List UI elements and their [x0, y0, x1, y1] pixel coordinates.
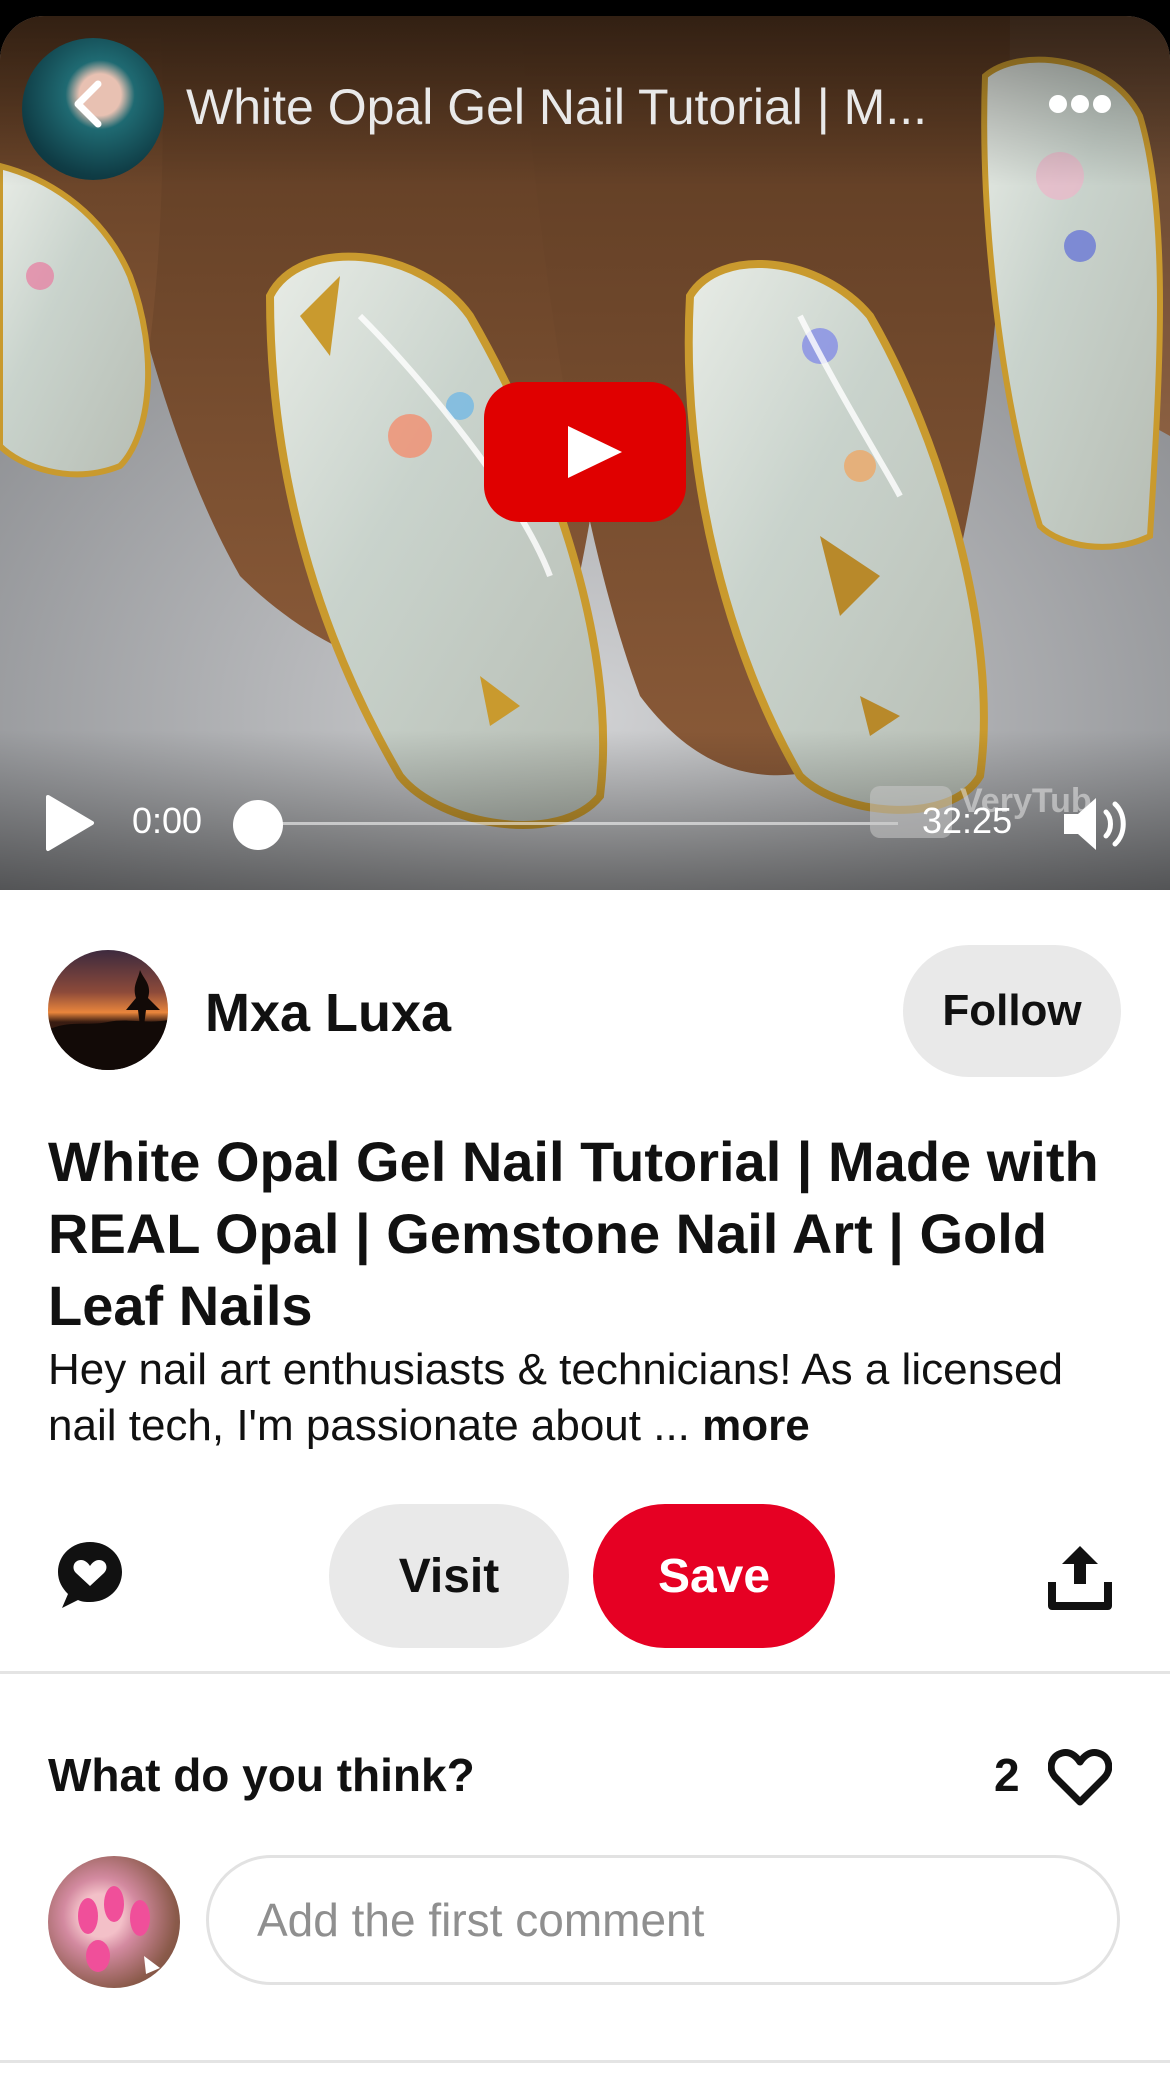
pink-nails-avatar-image [78, 1886, 160, 1974]
pin-description-text: Hey nail art enthusiasts & technicians! … [48, 1345, 1063, 1450]
follow-button[interactable]: Follow [903, 945, 1121, 1077]
volume-icon[interactable] [1060, 792, 1130, 856]
status-strip [0, 0, 1170, 16]
creator-avatar[interactable] [48, 950, 168, 1070]
current-time: 0:00 [132, 800, 203, 841]
progress-bar[interactable] [258, 822, 898, 825]
video-player[interactable]: White Opal Gel Nail Tutorial | M... 0:00… [0, 0, 1170, 890]
pin-title: White Opal Gel Nail Tutorial | Made with… [48, 1130, 1099, 1337]
play-icon[interactable] [44, 793, 96, 853]
pin-description: Hey nail art enthusiasts & technicians! … [48, 1342, 1138, 1454]
more-dots-icon[interactable] [1048, 92, 1112, 116]
comment-input[interactable] [206, 1855, 1120, 1985]
bottom-divider [0, 2060, 1170, 2063]
comments-heading: What do you think? [48, 1749, 475, 1801]
user-avatar[interactable] [48, 1856, 180, 1988]
video-title: White Opal Gel Nail Tutorial | M... [186, 79, 927, 135]
reaction-count: 2 [994, 1749, 1020, 1801]
progress-knob[interactable] [233, 800, 283, 850]
youtube-play-icon[interactable] [484, 382, 686, 522]
section-divider [0, 1671, 1170, 1674]
save-button[interactable]: Save [593, 1504, 835, 1648]
more-link[interactable]: more [702, 1401, 810, 1450]
chevron-left-icon[interactable] [62, 76, 118, 132]
comment-bubble-icon[interactable] [54, 1538, 126, 1612]
visit-button[interactable]: Visit [329, 1504, 569, 1648]
creator-name[interactable]: Mxa Luxa [205, 982, 451, 1044]
duration: 32:25 [922, 800, 1013, 841]
heart-icon[interactable] [1048, 1748, 1112, 1808]
sunset-avatar-image [48, 970, 168, 1070]
share-icon[interactable] [1048, 1542, 1112, 1610]
